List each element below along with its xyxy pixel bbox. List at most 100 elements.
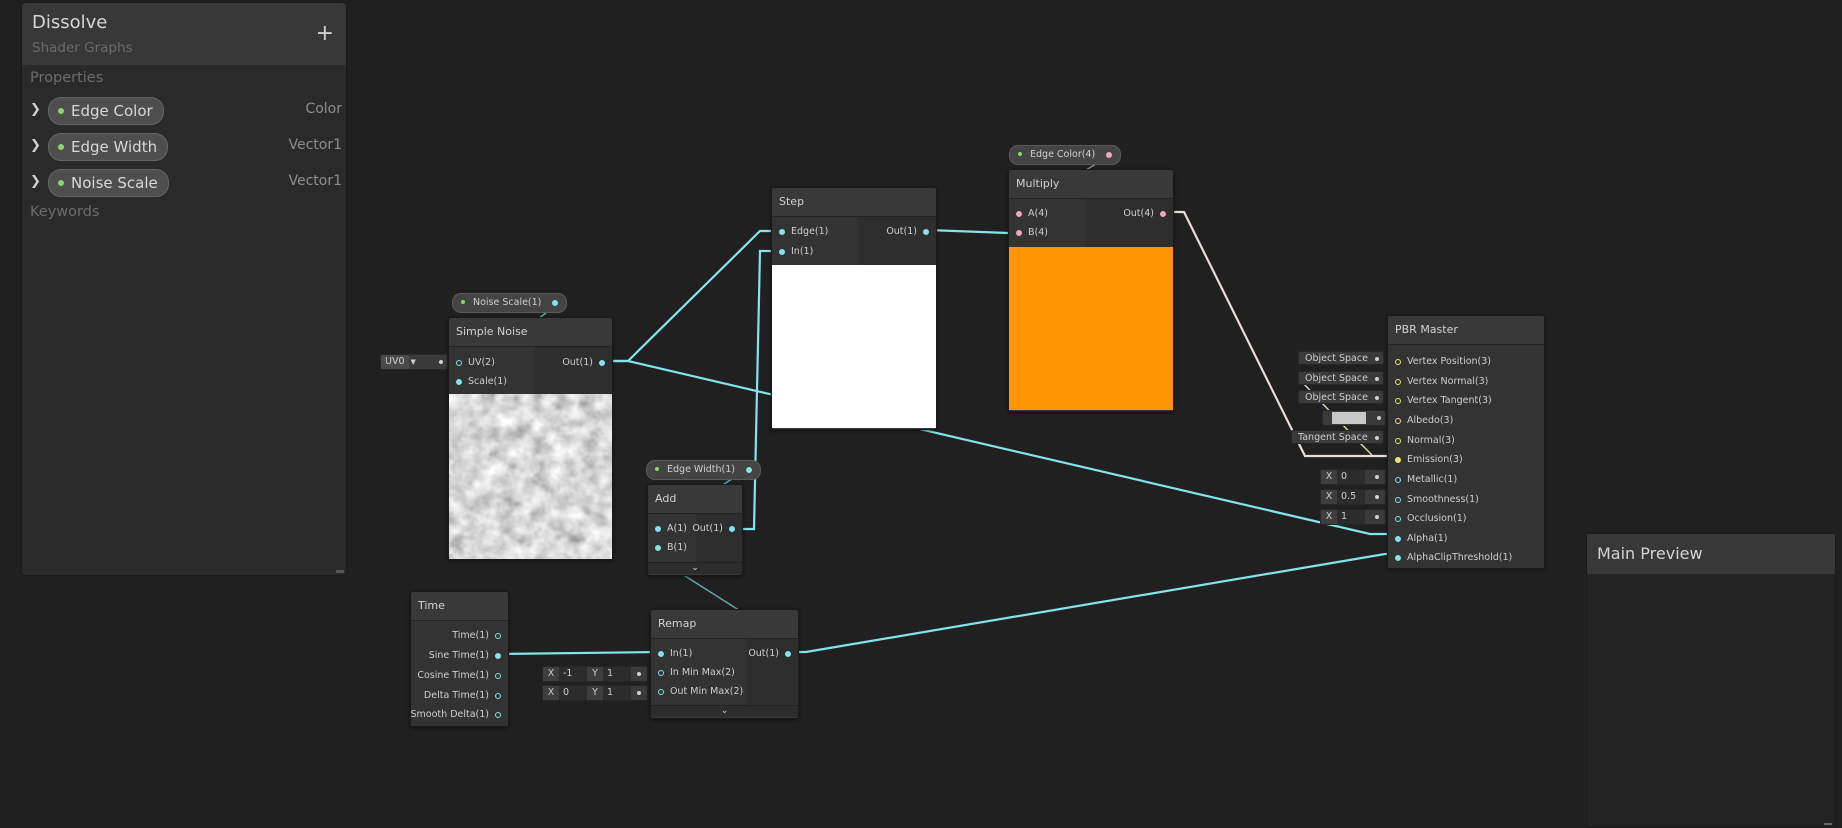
input-socket-icon[interactable] [1395,438,1401,444]
input-socket-icon[interactable] [1016,211,1022,217]
input-socket-icon[interactable] [779,229,785,235]
uv-channel-dropdown[interactable]: UV0 ▼ [380,354,448,370]
occlusion-value[interactable]: 1 [1337,510,1365,524]
input-socket-icon[interactable] [1395,457,1401,463]
output-socket-icon[interactable] [495,653,501,659]
albedo-swatch[interactable] [1332,412,1366,424]
resize-handle[interactable] [336,570,344,573]
add-node[interactable]: Add A(1) B(1) Out(1) ⌄ [647,484,743,576]
output-port-smooth-delta[interactable]: Smooth Delta(1) [411,709,501,720]
smoothness-field[interactable]: X 0.5 [1320,489,1386,505]
property-row-noise-scale[interactable]: ❯ Noise Scale Vector1 [30,169,342,197]
property-pill[interactable]: Noise Scale [48,169,169,197]
occlusion-field[interactable]: X1 [1320,509,1386,525]
output-socket-icon[interactable] [599,360,605,366]
smoothness-value[interactable]: 0.5 [1337,490,1365,504]
input-port-vertex-normal[interactable]: Vertex Normal(3) [1395,376,1488,387]
property-pill[interactable]: Edge Color [48,97,164,125]
edge-color-property-node[interactable]: Edge Color(4) [1009,145,1122,165]
chevron-right-icon[interactable]: ❯ [30,102,41,117]
remap-node[interactable]: Remap In(1) In Min Max(2) Out Min Max(2)… [650,609,799,719]
albedo-color-field[interactable] [1322,410,1386,426]
output-port[interactable]: Out(1) [562,357,605,368]
main-preview-panel[interactable]: Main Preview [1586,533,1836,828]
output-port-time[interactable]: Time(1) [452,630,501,641]
output-socket-icon[interactable] [495,712,501,718]
input-port-edge[interactable]: Edge(1) [779,226,828,237]
output-socket-icon[interactable] [923,229,929,235]
input-socket-icon[interactable] [1395,379,1401,385]
output-socket-icon[interactable] [495,633,501,639]
output-port[interactable]: Out(1) [692,523,735,534]
input-socket-icon[interactable] [1395,516,1401,522]
input-port-emission[interactable]: Emission(3) [1395,454,1463,465]
out-min-x-value[interactable]: 0 [559,686,587,700]
space-value[interactable]: Tangent Space [1298,432,1368,443]
output-port-delta-time[interactable]: Delta Time(1) [424,690,501,701]
input-port-vertex-tangent[interactable]: Vertex Tangent(3) [1395,395,1492,406]
input-socket-icon[interactable] [1395,477,1401,483]
in-min-max-field[interactable]: X -1 Y 1 [542,666,648,682]
input-port-a[interactable]: A(1) [655,523,687,534]
output-port[interactable]: Out(1) [748,648,791,659]
output-socket-icon[interactable] [1106,152,1113,158]
simple-noise-node[interactable]: Simple Noise UV(2) Scale(1) Out(1) [448,317,613,560]
multiply-node[interactable]: Multiply A(4) B(4) Out(4) [1008,169,1174,412]
output-socket-icon[interactable] [729,526,735,532]
input-socket-icon[interactable] [1395,555,1401,561]
vertex-tangent-space-dropdown[interactable]: Object Space [1298,390,1384,404]
space-value[interactable]: Object Space [1305,392,1368,403]
chevron-right-icon[interactable]: ❯ [30,138,41,153]
output-port-sine-time[interactable]: Sine Time(1) [429,650,501,661]
input-port-b[interactable]: B(1) [655,542,687,553]
input-socket-icon[interactable] [1395,497,1401,503]
input-port-alpha[interactable]: Alpha(1) [1395,533,1447,544]
input-socket-icon[interactable] [658,651,664,657]
noise-scale-property-node[interactable]: Noise Scale(1) [452,293,568,313]
input-port-metallic[interactable]: Metallic(1) [1395,474,1457,485]
normal-space-dropdown[interactable]: Tangent Space [1291,430,1384,444]
chevron-right-icon[interactable]: ❯ [30,174,41,189]
input-port-vertex-position[interactable]: Vertex Position(3) [1395,356,1491,367]
input-port-uv[interactable]: UV(2) [456,357,495,368]
expand-chevron-icon[interactable]: ⌄ [651,705,798,717]
time-node[interactable]: Time Time(1) Sine Time(1) Cosine Time(1)… [410,591,509,727]
output-socket-icon[interactable] [746,467,753,473]
pbr-master-node[interactable]: PBR Master Vertex Position(3) Vertex Nor… [1387,315,1545,569]
input-port-out-min-max[interactable]: Out Min Max(2) [658,686,743,697]
input-socket-icon[interactable] [655,526,661,532]
property-row-edge-width[interactable]: ❯ Edge Width Vector1 [30,133,342,161]
output-port[interactable]: Out(4) [1123,208,1166,219]
uv-dropdown-value[interactable]: UV0 [381,355,409,369]
input-socket-icon[interactable] [1395,536,1401,542]
input-port-albedo[interactable]: Albedo(3) [1395,415,1453,426]
step-node[interactable]: Step Edge(1) In(1) Out(1) [771,187,937,430]
vertex-normal-space-dropdown[interactable]: Object Space [1298,371,1384,385]
output-socket-icon[interactable] [552,300,559,306]
property-pill[interactable]: Edge Width [48,133,169,161]
input-socket-icon[interactable] [456,379,462,385]
input-socket-icon[interactable] [456,360,462,366]
metallic-field[interactable]: X0 [1320,469,1386,485]
out-min-max-field[interactable]: X0Y1 [542,685,648,701]
output-socket-icon[interactable] [495,673,501,679]
input-port-in-min-max[interactable]: In Min Max(2) [658,667,735,678]
output-port-cosine-time[interactable]: Cosine Time(1) [417,670,501,681]
in-min-y-value[interactable]: 1 [603,667,631,681]
output-socket-icon[interactable] [1160,211,1166,217]
input-port-in[interactable]: In(1) [779,246,813,257]
vertex-position-space-dropdown[interactable]: Object Space [1298,351,1384,365]
input-socket-icon[interactable] [1395,418,1401,424]
input-socket-icon[interactable] [1395,359,1401,365]
input-socket-icon[interactable] [779,249,785,255]
input-port-b[interactable]: B(4) [1016,227,1048,238]
input-socket-icon[interactable] [1395,398,1401,404]
space-value[interactable]: Object Space [1305,373,1368,384]
space-value[interactable]: Object Space [1305,353,1368,364]
out-min-y-value[interactable]: 1 [603,686,631,700]
expand-chevron-icon[interactable]: ⌄ [648,562,742,574]
input-port-smoothness[interactable]: Smoothness(1) [1395,494,1479,505]
output-socket-icon[interactable] [495,693,501,699]
input-port-occlusion[interactable]: Occlusion(1) [1395,513,1466,524]
add-property-button[interactable]: + [316,23,334,45]
